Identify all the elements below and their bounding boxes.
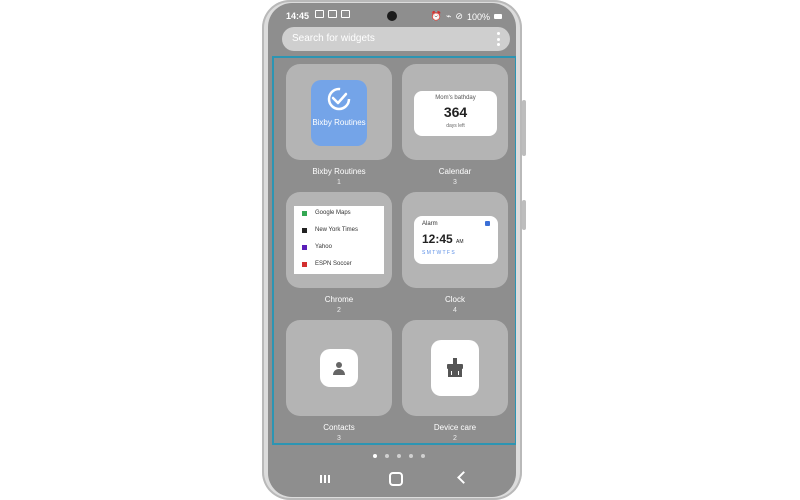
status-bar: 14:45 ⏰ ⌁ ⊘ 100% [268,3,516,27]
power-button [522,200,526,230]
nyt-icon [302,227,307,233]
battery-icon [494,14,502,19]
widget-label: Device care [433,423,477,432]
widget-tile-contacts[interactable] [286,320,392,416]
bookmark-row: ESPN Soccer [302,261,352,267]
widget-label: Chrome [324,295,354,304]
widget-label: Clock [444,295,465,304]
back-icon[interactable] [457,471,470,484]
recent-apps-icon[interactable] [320,475,330,483]
alarm-toggle-icon [485,221,490,226]
calendar-widget-preview: Mom's bathday 364 days left [414,91,497,136]
widget-count: 3 [453,179,457,186]
status-time: 14:45 [286,11,310,21]
clock-widget-preview: Alarm 12:45 AM S M T W T F S [414,216,498,264]
widget-tile-clock[interactable]: Alarm 12:45 AM S M T W T F S [402,192,508,288]
notification-icons [315,10,350,18]
yahoo-icon [302,244,307,250]
system-icons: ⏰ ⌁ ⊘ 100% [431,11,502,22]
widget-count: 2 [337,307,341,314]
check-circle-icon [327,87,351,111]
page-dot[interactable] [385,454,389,458]
calendar-preview-value: 364 [443,104,468,120]
battery-percent: 100% [466,11,490,22]
bookmark-label: Google Maps [315,210,351,216]
widget-label: Calendar [438,167,472,176]
chrome-widget-preview: Google Maps New York Times Yahoo ESPN So… [294,206,384,274]
bixby-widget-preview: Bixby Routines [311,80,367,146]
bookmark-row: New York Times [302,227,358,233]
phone-screen: 14:45 ⏰ ⌁ ⊘ 100% Search for widgets Bixb… [268,3,516,497]
broom-icon [431,340,479,396]
widget-label: Contacts [323,423,355,432]
calendar-preview-sub: days left [446,123,465,129]
phone-frame: 14:45 ⏰ ⌁ ⊘ 100% Search for widgets Bixb… [262,0,526,500]
alarm-icon: ⏰ [430,11,442,21]
maps-icon [302,210,307,216]
more-options-icon[interactable] [497,32,500,46]
bixby-preview-label: Bixby Routines [312,118,366,127]
widget-count: 1 [337,179,341,186]
front-camera [387,11,397,21]
person-icon [320,349,358,387]
bookmark-label: New York Times [315,227,359,233]
home-icon[interactable] [389,472,403,486]
wifi-icon: ⌁ [446,11,452,21]
espn-icon [302,261,307,267]
widget-count: 4 [453,307,457,314]
clock-preview-days: S M T W T F S [422,250,455,256]
bookmark-row: Google Maps [302,210,351,216]
image-icon [315,10,324,18]
widget-grid: Bixby Routines Bixby Routines 1 Mom's ba… [272,56,516,445]
search-input[interactable]: Search for widgets [282,27,510,51]
bookmark-label: ESPN Soccer [315,261,352,267]
widget-count: 3 [337,435,341,442]
page-indicator [373,454,425,458]
page-dot[interactable] [373,454,377,458]
widget-label: Bixby Routines [312,167,366,176]
widget-tile-calendar[interactable]: Mom's bathday 364 days left [402,64,508,160]
clock-preview-title: Alarm [422,221,438,227]
clock-preview-time: 12:45 AM [422,232,464,246]
page-dot[interactable] [409,454,413,458]
widget-tile-device-care[interactable] [402,320,508,416]
bookmark-label: Yahoo [315,244,332,250]
page-dot[interactable] [397,454,401,458]
page-dot[interactable] [421,454,425,458]
dnd-icon: ⊘ [455,11,463,21]
calendar-preview-title: Mom's bathday [435,95,476,101]
widget-count: 2 [453,435,457,442]
email-icon [341,10,350,18]
widget-tile-bixby-routines[interactable]: Bixby Routines [286,64,392,160]
message-icon [328,10,337,18]
bookmark-row: Yahoo [302,244,332,250]
search-placeholder: Search for widgets [292,33,375,44]
widget-tile-chrome[interactable]: Google Maps New York Times Yahoo ESPN So… [286,192,392,288]
navigation-bar [268,465,516,493]
volume-button [522,100,526,156]
